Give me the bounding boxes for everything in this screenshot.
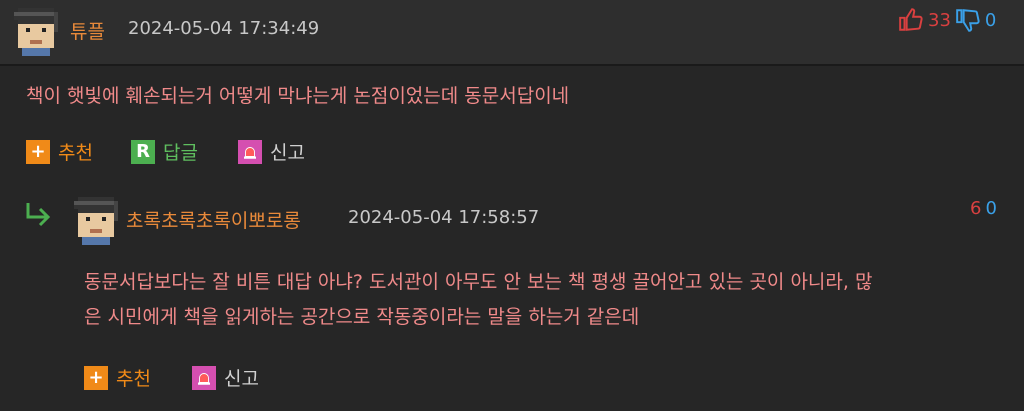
reply-report-button[interactable]: 신고 — [192, 364, 259, 391]
reply-downvote-count[interactable]: 0 — [985, 198, 996, 219]
author-avatar[interactable] — [10, 4, 62, 56]
comment-timestamp: 2024-05-04 17:34:49 — [128, 18, 320, 39]
reply-author-name[interactable]: 초록초록초록이뽀로롱 — [126, 206, 301, 233]
comment-downvote-count: 0 — [984, 9, 997, 31]
reply-timestamp: 2024-05-04 17:58:57 — [348, 207, 540, 228]
report-siren-icon — [238, 139, 262, 164]
reply-button[interactable]: R 답글 — [131, 138, 198, 165]
reply-body-line-1: 동문서답보다는 잘 비튼 대답 아냐? 도서관이 아무도 안 보는 책 평생 끌… — [84, 271, 873, 293]
comment-votes: 33 0 — [898, 7, 996, 33]
report-label: 신고 — [270, 142, 305, 164]
reply-recommend-button[interactable]: + 추천 — [84, 364, 151, 391]
reply-upvote-count[interactable]: 6 — [970, 198, 981, 219]
header-divider — [0, 64, 1024, 66]
author-name[interactable]: 튜플 — [70, 17, 105, 44]
report-siren-icon — [192, 365, 216, 390]
plus-icon: + — [84, 365, 108, 390]
reply-label: 답글 — [163, 142, 198, 164]
reply-arrow-icon — [26, 203, 51, 227]
comment-body: 책이 햇빛에 훼손되는거 어떻게 막냐는게 논점이었는데 동문서답이네 — [26, 85, 570, 107]
comment-upvote-count: 33 — [928, 9, 951, 31]
reply-author-avatar[interactable] — [70, 193, 122, 245]
recommend-label: 추천 — [58, 142, 93, 164]
reply-recommend-label: 추천 — [116, 368, 151, 390]
thumbs-down-icon[interactable] — [955, 7, 981, 33]
reply-votes: 6 0 — [970, 198, 997, 219]
reply-r-icon: R — [131, 139, 155, 164]
plus-icon: + — [26, 139, 50, 164]
recommend-button[interactable]: + 추천 — [26, 138, 93, 165]
reply-body-line-2: 은 시민에게 책을 읽게하는 공간으로 작동중이라는 말을 하는거 같은데 — [84, 306, 640, 328]
reply-report-label: 신고 — [224, 368, 259, 390]
report-button[interactable]: 신고 — [238, 138, 305, 165]
thumbs-up-icon[interactable] — [898, 7, 924, 33]
